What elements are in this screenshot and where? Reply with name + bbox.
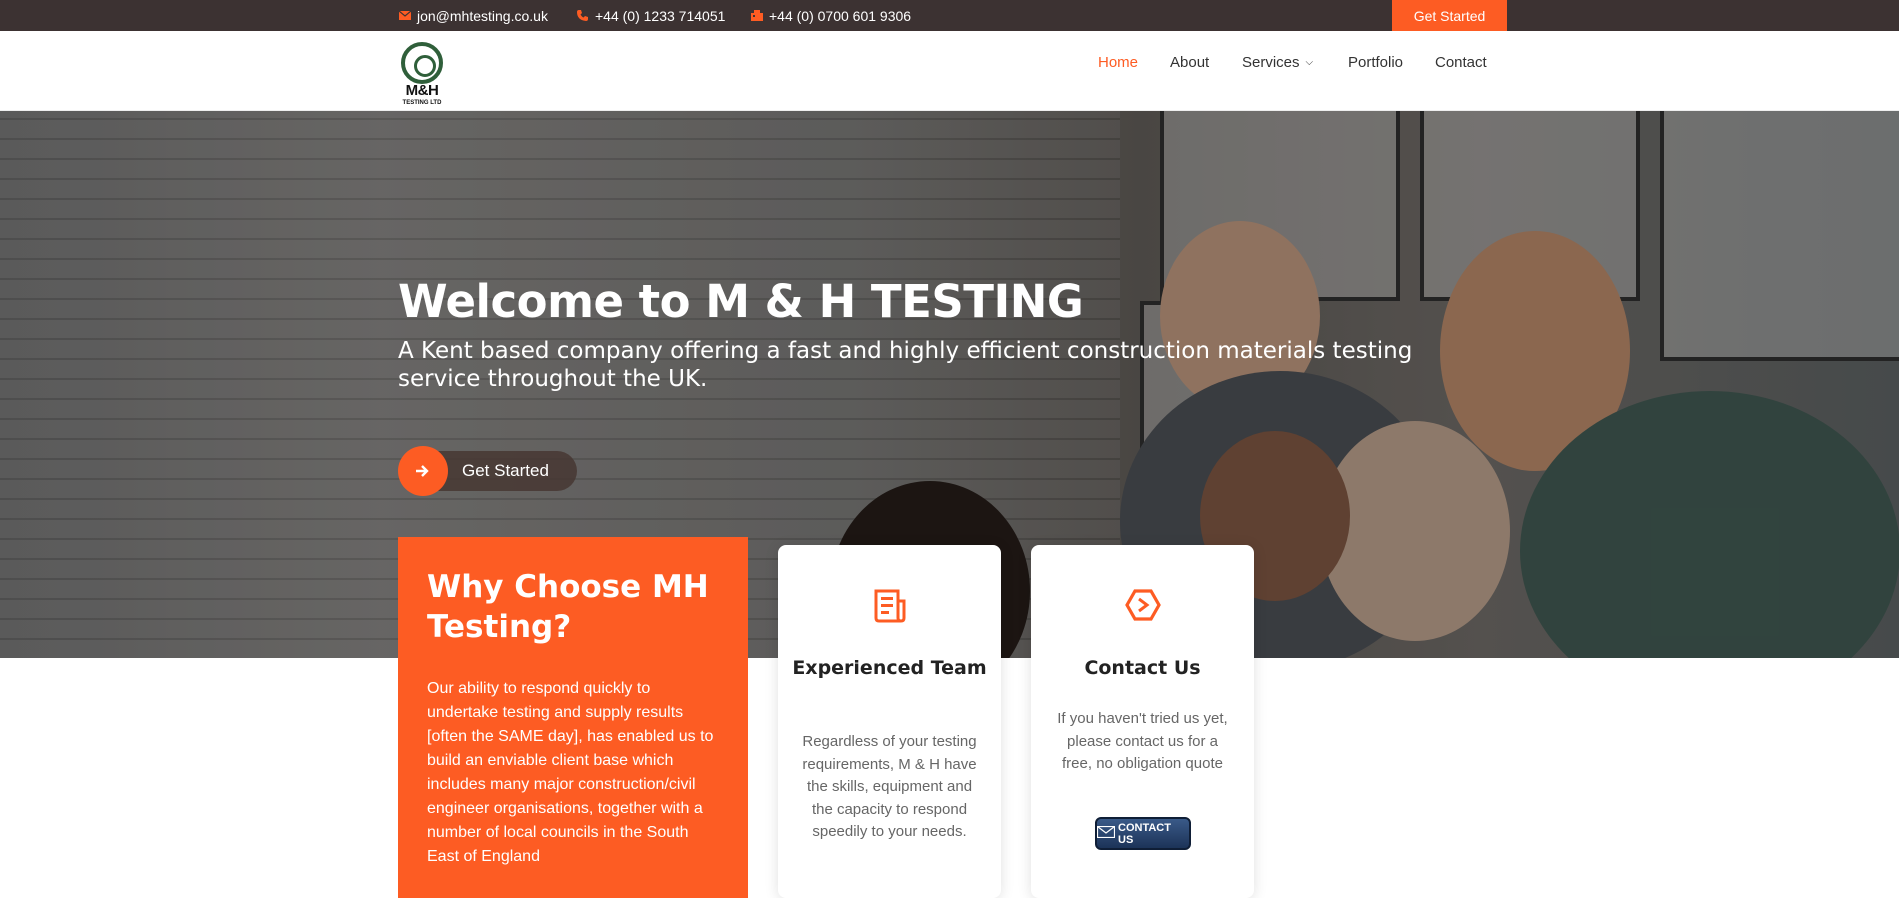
logo-text: M&H	[405, 82, 439, 99]
topbar-get-started-button[interactable]: Get Started	[1392, 0, 1507, 31]
nav-item-home[interactable]: Home	[1098, 31, 1138, 93]
topbar-phone[interactable]: +44 (0) 1233 714051	[576, 0, 725, 31]
nav-item-label: About	[1170, 53, 1210, 71]
hero-title: Welcome to M & H TESTING	[398, 275, 1084, 328]
experienced-team-title: Experienced Team	[792, 657, 987, 679]
contact-us-button[interactable]: CONTACT US	[1095, 817, 1191, 850]
hero-get-started-label: Get Started	[438, 451, 577, 491]
arrow-right-icon	[398, 446, 448, 496]
nav-item-about[interactable]: About	[1170, 31, 1209, 93]
chevron-down-icon: ⌵	[1305, 56, 1314, 68]
top-bar: jon@mhtesting.co.uk +44 (0) 1233 714051 …	[0, 0, 1899, 31]
logo-subtext: TESTING LTD	[402, 100, 442, 106]
phone-icon	[576, 9, 589, 22]
contact-us-title: Contact Us	[1084, 657, 1201, 679]
nav-item-portfolio[interactable]: Portfolio	[1348, 31, 1403, 93]
mail-icon	[1096, 825, 1116, 841]
why-choose-title: Why Choose MH Testing?	[427, 569, 709, 645]
why-choose-body: Our ability to respond quickly to undert…	[427, 680, 714, 865]
hexagon-icon	[1124, 587, 1161, 623]
nav-item-services[interactable]: Services ⌵	[1242, 31, 1313, 93]
site-logo[interactable]: M&H TESTING LTD	[398, 42, 446, 110]
contact-us-card: Contact Us If you haven't tried us yet, …	[1031, 545, 1254, 898]
document-icon	[872, 587, 908, 623]
experienced-team-card: Experienced Team Regardless of your test…	[778, 545, 1001, 898]
hero-get-started-button[interactable]: Get Started	[398, 446, 577, 496]
why-choose-card: Why Choose MH Testing? Our ability to re…	[398, 537, 748, 898]
contact-us-button-label: CONTACT US	[1118, 821, 1171, 846]
hero-subtitle: A Kent based company offering a fast and…	[398, 338, 1413, 392]
experienced-team-body: Regardless of your testing requirements,…	[802, 733, 977, 840]
topbar-email-text: jon@mhtesting.co.uk	[417, 7, 548, 24]
fax-icon	[750, 9, 763, 22]
topbar-email[interactable]: jon@mhtesting.co.uk	[398, 0, 548, 31]
contact-us-body: If you haven't tried us yet, please cont…	[1057, 710, 1228, 772]
logo-emblem	[401, 42, 443, 84]
topbar-fax[interactable]: +44 (0) 0700 601 9306	[750, 0, 911, 31]
nav-item-contact[interactable]: Contact	[1435, 31, 1487, 93]
topbar-phone-text: +44 (0) 1233 714051	[595, 7, 726, 24]
nav-item-label: Services	[1242, 53, 1300, 71]
topbar-fax-text: +44 (0) 0700 601 9306	[769, 7, 912, 24]
site-header: M&H TESTING LTD Home About Services ⌵ Po…	[0, 31, 1899, 111]
nav-item-label: Contact	[1435, 53, 1487, 71]
nav-item-label: Home	[1098, 53, 1139, 71]
nav-item-label: Portfolio	[1348, 53, 1404, 71]
envelope-icon	[398, 9, 411, 22]
